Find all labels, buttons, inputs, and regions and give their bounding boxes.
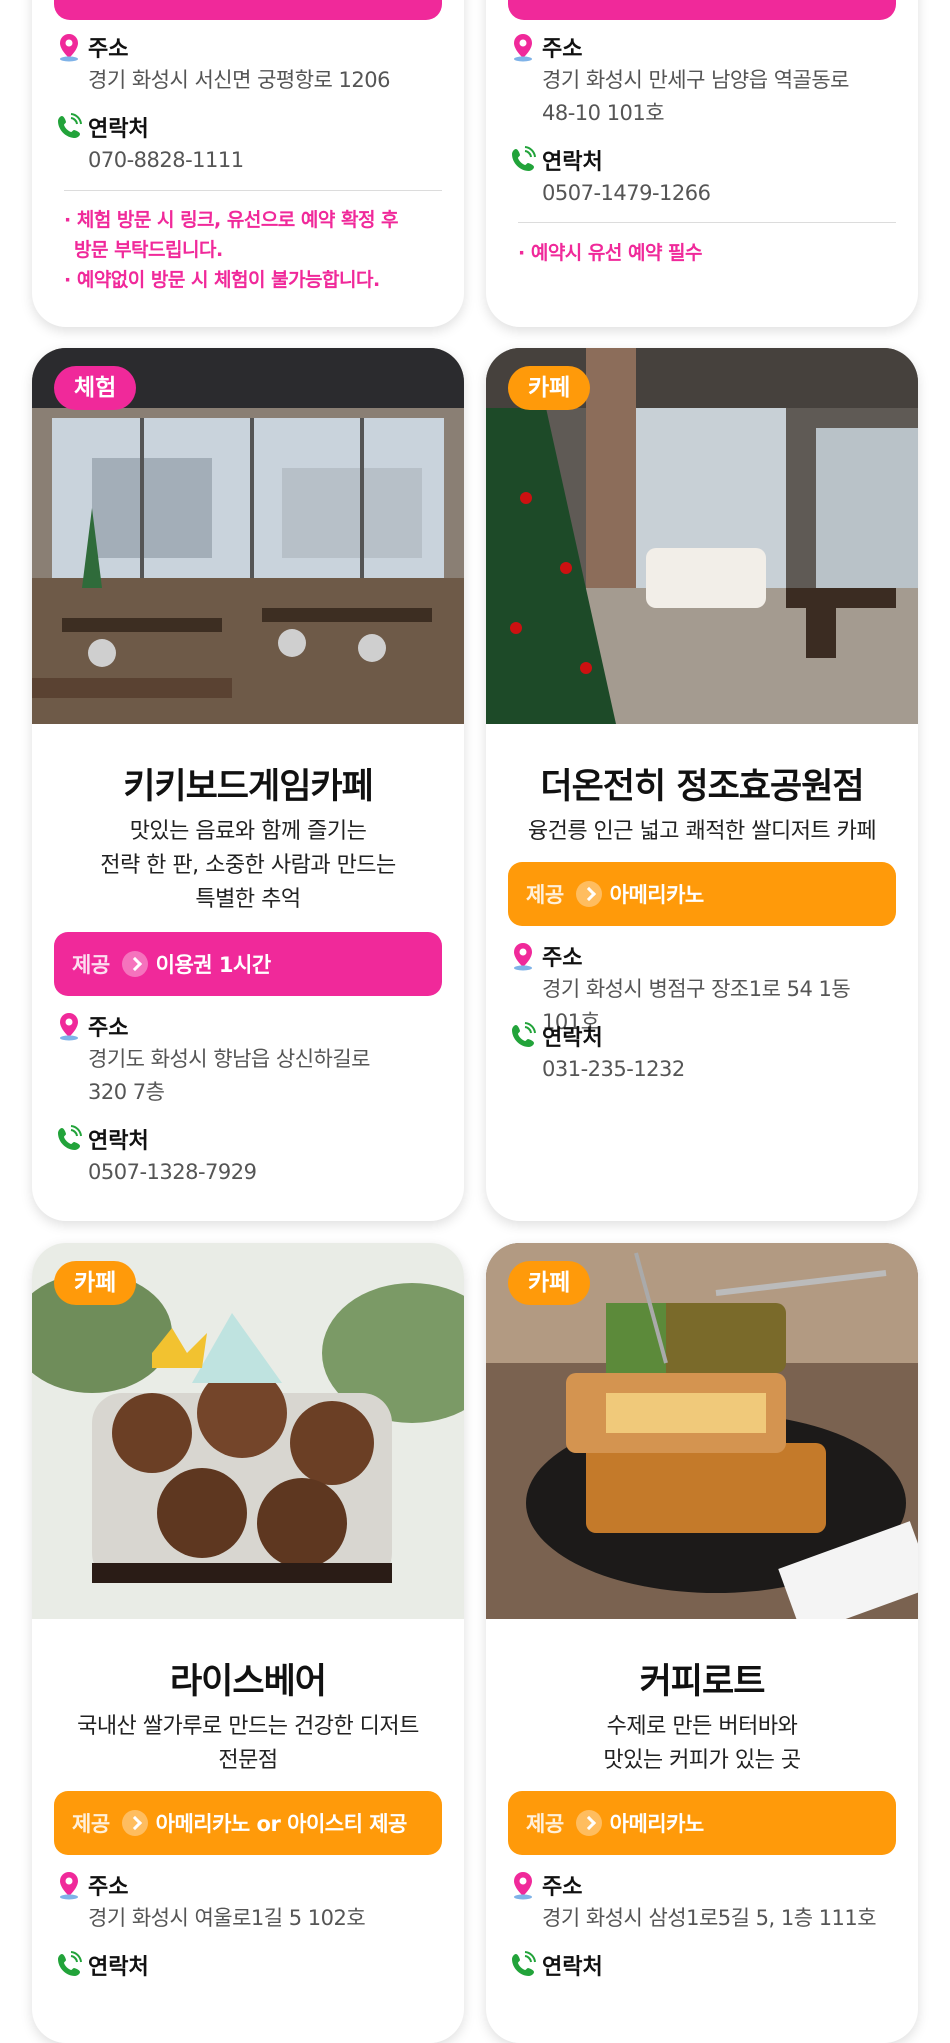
venue-photo: 체험 bbox=[32, 348, 464, 724]
phone-icon bbox=[58, 1951, 82, 1976]
address-value: 경기 화성시 서신면 궁평항로 1206 bbox=[88, 68, 390, 92]
location-pin-icon bbox=[60, 1013, 78, 1041]
address-section: 주소 경기 화성시 삼성1로5길 5, 1층 111호 bbox=[510, 1868, 894, 1935]
offer-label: 제공 bbox=[72, 1812, 110, 1836]
contact-section: 연락처 bbox=[56, 1948, 440, 1982]
address-value-line2: 48-10 101호 bbox=[542, 101, 665, 125]
offer-bar[interactable]: 제공 이용권 1시간 bbox=[54, 932, 442, 996]
address-label: 주소 bbox=[542, 1875, 583, 1900]
chevron-right-icon bbox=[575, 881, 602, 907]
offer-value: 이용권 1시간 bbox=[155, 953, 272, 977]
chevron-right-icon bbox=[121, 1810, 148, 1836]
venue-photo: 카페 bbox=[486, 1243, 918, 1619]
contact-value[interactable]: 031-235-1232 bbox=[510, 1053, 894, 1086]
venue-card-top-right: 주소 경기 화성시 만세구 남양읍 역골동로 48-10 101호 연락처 05… bbox=[486, 0, 918, 327]
venue-title: 커피로트 bbox=[639, 1662, 766, 1702]
offer-value: 아메리카노 bbox=[609, 883, 705, 907]
phone-icon bbox=[512, 1022, 536, 1047]
notice-text: · 체험 방문 시 링크, 유선으로 예약 확정 후 방문 부탁드립니다. · … bbox=[64, 209, 399, 291]
location-pin-icon bbox=[514, 34, 532, 62]
divider bbox=[518, 222, 896, 223]
chevron-right-icon bbox=[121, 951, 148, 977]
category-tag: 카페 bbox=[54, 1261, 137, 1305]
contact-label: 연락처 bbox=[88, 1955, 149, 1980]
offer-bar[interactable]: 제공 아메리카노 bbox=[508, 862, 896, 926]
address-value: 경기 화성시 삼성1로5길 5, 1층 111호 bbox=[542, 1906, 877, 1930]
phone-icon bbox=[512, 146, 536, 171]
address-label: 주소 bbox=[88, 37, 129, 62]
address-section: 주소 경기 화성시 서신면 궁평항로 1206 bbox=[56, 30, 440, 97]
venue-card-top-left: 주소 경기 화성시 서신면 궁평항로 1206 연락처 070-8828-111… bbox=[32, 0, 464, 327]
address-value-line1: 경기도 화성시 향남읍 상신하길로 bbox=[88, 1047, 371, 1071]
contact-label: 연락처 bbox=[542, 150, 603, 175]
offer-label: 제공 bbox=[526, 1812, 564, 1836]
contact-label: 연락처 bbox=[88, 117, 149, 142]
offer-value: 아메리카노 bbox=[609, 1812, 705, 1836]
location-pin-icon bbox=[60, 34, 78, 62]
venue-description: 맛있는 음료와 함께 즐기는 전략 한 판, 소중한 사람과 만드는 특별한 추… bbox=[100, 819, 396, 912]
address-value: 경기 화성시 여울로1길 5 102호 bbox=[88, 1906, 366, 1930]
contact-section: 연락처 0507-1328-7929 bbox=[56, 1122, 440, 1189]
address-label: 주소 bbox=[88, 1016, 129, 1041]
offer-bar[interactable]: 제공 아메리카노 bbox=[508, 1791, 896, 1855]
offer-bar bbox=[508, 0, 896, 20]
location-pin-icon bbox=[514, 943, 532, 971]
address-section: 주소 경기 화성시 여울로1길 5 102호 bbox=[56, 1868, 440, 1935]
address-value-line1: 경기 화성시 만세구 남양읍 역골동로 bbox=[542, 68, 850, 92]
contact-value[interactable]: 070-8828-1111 bbox=[56, 144, 440, 177]
contact-section: 연락처 070-8828-1111 bbox=[56, 110, 440, 177]
offer-label: 제공 bbox=[526, 883, 564, 907]
location-pin-icon bbox=[514, 1872, 532, 1900]
address-section: 주소 경기도 화성시 향남읍 상신하길로 320 7층 bbox=[56, 1009, 440, 1109]
chevron-right-icon bbox=[575, 1810, 602, 1836]
category-tag: 카페 bbox=[508, 1261, 591, 1305]
address-value-line2: 320 7층 bbox=[88, 1080, 165, 1104]
contact-label: 연락처 bbox=[542, 1955, 603, 1980]
address-section: 주소 경기 화성시 만세구 남양읍 역골동로 48-10 101호 bbox=[510, 30, 894, 130]
venue-card-ricebear[interactable]: 카페 라이스베어 국내산 쌀가루로 만드는 건강한 디저트 전문점 제공 아메리… bbox=[32, 1243, 464, 2043]
venue-photo: 카페 bbox=[486, 348, 918, 724]
phone-icon bbox=[58, 1125, 82, 1150]
address-label: 주소 bbox=[542, 946, 583, 971]
notice-text: · 예약시 유선 예약 필수 bbox=[518, 242, 703, 264]
venue-title: 키키보드게임카페 bbox=[123, 767, 374, 807]
venue-card-kiki[interactable]: 체험 키키보드게임카페 맛있는 음료와 함께 즐기는 전략 한 판, 소중한 사… bbox=[32, 348, 464, 1221]
category-tag: 카페 bbox=[508, 366, 591, 410]
location-pin-icon bbox=[60, 1872, 78, 1900]
contact-value[interactable]: 0507-1328-7929 bbox=[56, 1156, 440, 1189]
address-label: 주소 bbox=[88, 1875, 129, 1900]
offer-bar[interactable]: 제공 아메리카노 or 아이스티 제공 bbox=[54, 1791, 442, 1855]
offer-label: 제공 bbox=[72, 953, 110, 977]
venue-description: 융건릉 인근 넓고 쾌적한 쌀디저트 카페 bbox=[527, 819, 877, 844]
venue-photo: 카페 bbox=[32, 1243, 464, 1619]
contact-label: 연락처 bbox=[542, 1026, 603, 1051]
venue-title: 더온전히 정조효공원점 bbox=[540, 767, 864, 807]
address-label: 주소 bbox=[542, 37, 583, 62]
offer-value: 아메리카노 or 아이스티 제공 bbox=[155, 1812, 408, 1836]
phone-icon bbox=[58, 113, 82, 138]
venue-card-coffeerot[interactable]: 카페 커피로트 수제로 만든 버터바와 맛있는 커피가 있는 곳 제공 아메리카… bbox=[486, 1243, 918, 2043]
contact-value[interactable]: 0507-1479-1266 bbox=[510, 177, 894, 210]
category-tag: 체험 bbox=[54, 366, 137, 410]
divider bbox=[64, 190, 442, 191]
phone-icon bbox=[512, 1951, 536, 1976]
offer-bar bbox=[54, 0, 442, 20]
venue-title: 라이스베어 bbox=[169, 1662, 327, 1702]
contact-label: 연락처 bbox=[88, 1129, 149, 1154]
contact-section: 연락처 0507-1479-1266 bbox=[510, 143, 894, 210]
contact-section: 연락처 bbox=[510, 1948, 894, 1982]
venue-description: 수제로 만든 버터바와 맛있는 커피가 있는 곳 bbox=[603, 1714, 801, 1773]
venue-card-deoonjeonhi[interactable]: 카페 더온전히 정조효공원점 융건릉 인근 넓고 쾌적한 쌀디저트 카페 제공 … bbox=[486, 348, 918, 1221]
venue-description: 국내산 쌀가루로 만드는 건강한 디저트 전문점 bbox=[77, 1714, 419, 1773]
contact-section: 연락처 031-235-1232 bbox=[510, 1019, 894, 1086]
